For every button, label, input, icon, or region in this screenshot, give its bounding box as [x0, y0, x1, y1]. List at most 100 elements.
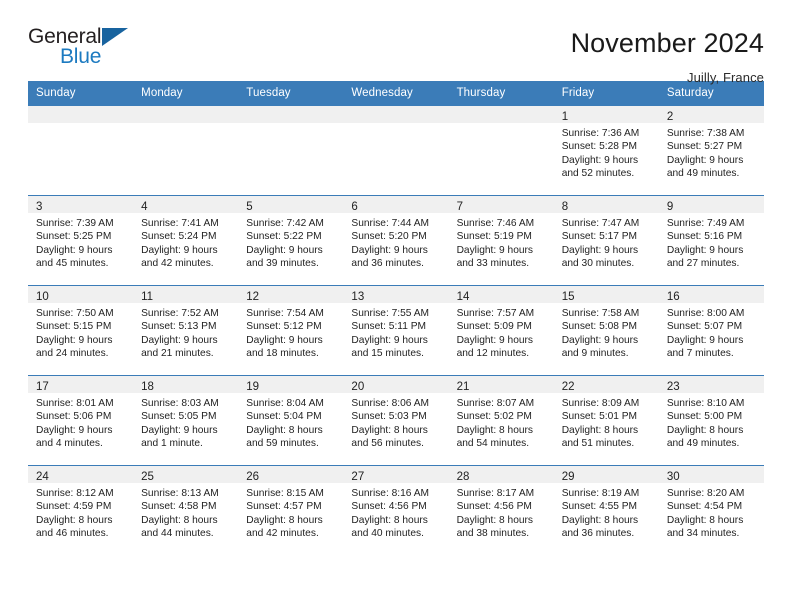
calendar-week-row: 1 Sunrise: 7:36 AM Sunset: 5:28 PM Dayli… [28, 105, 764, 195]
day-number-band: 29 [553, 466, 659, 483]
day-cell[interactable] [238, 106, 344, 195]
logo-triangle-icon [102, 28, 128, 46]
day-cell[interactable]: 19 Sunrise: 8:04 AM Sunset: 5:04 PM Dayl… [238, 376, 344, 465]
general-blue-logo[interactable]: General Blue [28, 26, 138, 72]
day-info: Sunrise: 7:58 AM Sunset: 5:08 PM Dayligh… [554, 303, 659, 361]
day-cell[interactable] [448, 106, 554, 195]
daylight-text-line2: and 59 minutes. [246, 438, 319, 450]
day-number-band: 2 [658, 106, 764, 123]
title-block: November 2024 Juilly, France [571, 26, 764, 85]
day-info: Sunrise: 7:41 AM Sunset: 5:24 PM Dayligh… [133, 213, 238, 271]
day-cell[interactable]: 16 Sunrise: 8:00 AM Sunset: 5:07 PM Dayl… [658, 286, 764, 375]
day-cell[interactable]: 28 Sunrise: 8:17 AM Sunset: 4:56 PM Dayl… [448, 466, 554, 555]
day-cell[interactable]: 24 Sunrise: 8:12 AM Sunset: 4:59 PM Dayl… [28, 466, 134, 555]
day-cell[interactable]: 13 Sunrise: 7:55 AM Sunset: 5:11 PM Dayl… [343, 286, 449, 375]
day-cell[interactable]: 6 Sunrise: 7:44 AM Sunset: 5:20 PM Dayli… [343, 196, 449, 285]
daylight-text-line1: Daylight: 9 hours [666, 154, 744, 166]
day-number: 6 [351, 201, 358, 213]
daylight-text-line2: and 46 minutes. [36, 528, 109, 540]
day-cell[interactable]: 10 Sunrise: 7:50 AM Sunset: 5:15 PM Dayl… [28, 286, 134, 375]
sunset-text: Sunset: 5:04 PM [246, 411, 322, 423]
day-cell[interactable]: 23 Sunrise: 8:10 AM Sunset: 5:00 PM Dayl… [658, 376, 764, 465]
day-number: 10 [36, 291, 49, 303]
daylight-text-line1: Daylight: 8 hours [666, 424, 744, 436]
day-number-band: 12 [238, 286, 344, 303]
day-cell[interactable]: 1 Sunrise: 7:36 AM Sunset: 5:28 PM Dayli… [553, 106, 659, 195]
calendar-grid: Sunday Monday Tuesday Wednesday Thursday… [28, 81, 764, 555]
daylight-text-line2: and 12 minutes. [456, 348, 530, 360]
day-cell[interactable]: 8 Sunrise: 7:47 AM Sunset: 5:17 PM Dayli… [553, 196, 659, 285]
sunset-text: Sunset: 4:56 PM [456, 501, 532, 513]
day-cell[interactable]: 3 Sunrise: 7:39 AM Sunset: 5:25 PM Dayli… [28, 196, 134, 285]
day-cell[interactable]: 12 Sunrise: 7:54 AM Sunset: 5:12 PM Dayl… [238, 286, 344, 375]
day-cell[interactable]: 9 Sunrise: 7:49 AM Sunset: 5:16 PM Dayli… [658, 196, 764, 285]
logo-text-blue: Blue [60, 45, 102, 68]
day-number: 19 [246, 381, 260, 393]
daylight-text-line1: Daylight: 9 hours [351, 334, 428, 346]
daylight-text-line1: Daylight: 9 hours [36, 334, 113, 346]
day-cell[interactable]: 20 Sunrise: 8:06 AM Sunset: 5:03 PM Dayl… [343, 376, 449, 465]
day-cell[interactable]: 29 Sunrise: 8:19 AM Sunset: 4:55 PM Dayl… [553, 466, 659, 555]
day-cell[interactable] [28, 106, 134, 195]
day-cell[interactable]: 15 Sunrise: 7:58 AM Sunset: 5:08 PM Dayl… [553, 286, 659, 375]
day-cell[interactable]: 4 Sunrise: 7:41 AM Sunset: 5:24 PM Dayli… [133, 196, 239, 285]
day-info: Sunrise: 8:12 AM Sunset: 4:59 PM Dayligh… [28, 483, 133, 541]
sunset-text: Sunset: 4:55 PM [561, 501, 638, 513]
day-info: Sunrise: 7:49 AM Sunset: 5:16 PM Dayligh… [659, 213, 764, 271]
day-number-band: 21 [448, 376, 554, 393]
daylight-text-line2: and 42 minutes. [246, 528, 319, 540]
day-cell[interactable] [133, 106, 239, 195]
day-cell[interactable]: 30 Sunrise: 8:20 AM Sunset: 4:54 PM Dayl… [658, 466, 764, 555]
sunrise-text: Sunrise: 7:47 AM [561, 218, 640, 229]
daylight-text-line2: and 56 minutes. [351, 438, 424, 450]
sunset-text: Sunset: 5:12 PM [246, 321, 322, 333]
day-cell[interactable]: 2 Sunrise: 7:38 AM Sunset: 5:27 PM Dayli… [658, 106, 764, 195]
day-info: Sunrise: 7:47 AM Sunset: 5:17 PM Dayligh… [554, 213, 659, 271]
sunset-text: Sunset: 5:17 PM [561, 231, 638, 243]
sunrise-text: Sunrise: 7:55 AM [351, 308, 430, 319]
day-number: 7 [456, 201, 463, 213]
day-number-band: 8 [553, 196, 659, 213]
sunrise-text: Sunrise: 7:41 AM [141, 218, 219, 229]
day-number: 3 [36, 201, 43, 213]
day-info: Sunrise: 8:07 AM Sunset: 5:02 PM Dayligh… [449, 393, 554, 451]
daylight-text-line1: Daylight: 8 hours [561, 514, 639, 526]
day-info: Sunrise: 8:16 AM Sunset: 4:56 PM Dayligh… [343, 483, 448, 541]
day-number-band: 22 [553, 376, 659, 393]
daylight-text-line1: Daylight: 8 hours [246, 424, 323, 436]
sunrise-text: Sunrise: 7:42 AM [246, 218, 324, 229]
sunrise-text: Sunrise: 8:16 AM [351, 488, 430, 499]
day-info: Sunrise: 7:46 AM Sunset: 5:19 PM Dayligh… [449, 213, 554, 271]
sunset-text: Sunset: 5:20 PM [351, 231, 427, 243]
day-number: 8 [561, 201, 569, 213]
daylight-text-line2: and 24 minutes. [36, 348, 109, 360]
sunrise-text: Sunrise: 8:09 AM [561, 398, 640, 409]
daylight-text-line1: Daylight: 9 hours [36, 244, 113, 256]
day-number: 1 [561, 111, 569, 123]
day-cell[interactable]: 5 Sunrise: 7:42 AM Sunset: 5:22 PM Dayli… [238, 196, 344, 285]
day-cell[interactable] [343, 106, 449, 195]
day-cell[interactable]: 11 Sunrise: 7:52 AM Sunset: 5:13 PM Dayl… [133, 286, 239, 375]
day-cell[interactable]: 14 Sunrise: 7:57 AM Sunset: 5:09 PM Dayl… [448, 286, 554, 375]
day-number: 9 [666, 201, 674, 213]
day-cell[interactable]: 21 Sunrise: 8:07 AM Sunset: 5:02 PM Dayl… [448, 376, 554, 465]
day-info: Sunrise: 8:00 AM Sunset: 5:07 PM Dayligh… [659, 303, 764, 361]
calendar-week-row: 3 Sunrise: 7:39 AM Sunset: 5:25 PM Dayli… [28, 195, 764, 285]
day-cell[interactable]: 7 Sunrise: 7:46 AM Sunset: 5:19 PM Dayli… [448, 196, 554, 285]
day-info: Sunrise: 7:57 AM Sunset: 5:09 PM Dayligh… [449, 303, 554, 361]
day-number-band: 24 [28, 466, 134, 483]
daylight-text-line1: Daylight: 9 hours [246, 244, 323, 256]
daylight-text-line2: and 27 minutes. [666, 258, 740, 270]
day-cell[interactable]: 22 Sunrise: 8:09 AM Sunset: 5:01 PM Dayl… [553, 376, 659, 465]
day-cell[interactable]: 27 Sunrise: 8:16 AM Sunset: 4:56 PM Dayl… [343, 466, 449, 555]
day-cell[interactable]: 25 Sunrise: 8:13 AM Sunset: 4:58 PM Dayl… [133, 466, 239, 555]
sunrise-text: Sunrise: 7:58 AM [561, 308, 640, 319]
daylight-text-line2: and 15 minutes. [351, 348, 424, 360]
day-cell[interactable]: 17 Sunrise: 8:01 AM Sunset: 5:06 PM Dayl… [28, 376, 134, 465]
day-cell[interactable]: 26 Sunrise: 8:15 AM Sunset: 4:57 PM Dayl… [238, 466, 344, 555]
day-number-band: 3 [28, 196, 134, 213]
calendar-week-row: 10 Sunrise: 7:50 AM Sunset: 5:15 PM Dayl… [28, 285, 764, 375]
day-cell[interactable]: 18 Sunrise: 8:03 AM Sunset: 5:05 PM Dayl… [133, 376, 239, 465]
daylight-text-line1: Daylight: 8 hours [351, 424, 428, 436]
day-number: 24 [36, 471, 49, 483]
